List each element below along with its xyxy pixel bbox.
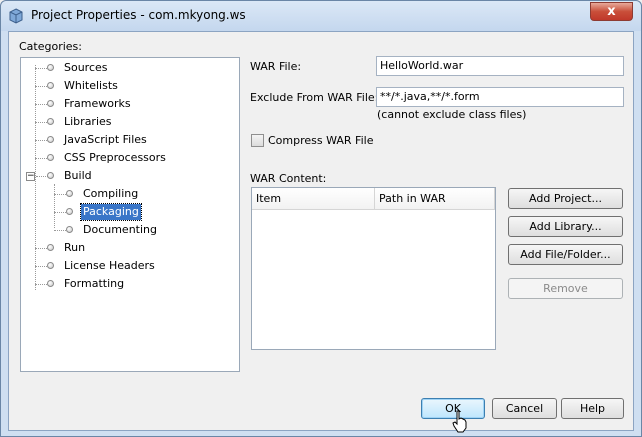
node-bullet-icon [47, 154, 54, 161]
node-bullet-icon [47, 244, 54, 251]
exclude-label: Exclude From WAR File: [250, 91, 379, 104]
node-bullet-icon [47, 262, 54, 269]
tree-guide-line [35, 65, 36, 290]
node-bullet-icon [66, 208, 73, 215]
column-header-path[interactable]: Path in WAR [375, 188, 495, 210]
cancel-button[interactable]: Cancel [492, 398, 557, 419]
categories-tree[interactable]: Sources Whitelists Frameworks Libraries [20, 57, 240, 372]
add-file-folder-button[interactable]: Add File/Folder... [508, 244, 623, 265]
column-header-item[interactable]: Item [252, 188, 375, 210]
node-bullet-icon [47, 136, 54, 143]
title-bar[interactable]: Project Properties - com.mkyong.ws x [1, 1, 641, 31]
war-content-label: WAR Content: [250, 172, 327, 185]
tree-guide-line [54, 184, 55, 228]
war-file-label: WAR File: [250, 60, 302, 73]
add-project-button[interactable]: Add Project... [508, 188, 623, 209]
compress-war-label[interactable]: Compress WAR File [268, 134, 373, 147]
close-button[interactable]: x [590, 2, 633, 21]
dialog-body: Categories: Sources Whitelists Framework… [8, 31, 634, 431]
table-header: Item Path in WAR [252, 188, 495, 210]
node-bullet-icon [47, 82, 54, 89]
remove-button[interactable]: Remove [508, 278, 623, 299]
node-bullet-icon [66, 190, 73, 197]
help-button[interactable]: Help [561, 398, 624, 419]
node-bullet-icon [47, 172, 54, 179]
add-library-button[interactable]: Add Library... [508, 216, 623, 237]
exclude-input[interactable]: **/*.java,**/*.form [376, 87, 624, 107]
war-file-input[interactable]: HelloWorld.war [376, 56, 624, 76]
categories-label: Categories: [19, 40, 82, 53]
project-properties-window: Project Properties - com.mkyong.ws x Cat… [0, 0, 642, 437]
mouse-pointer-icon [452, 410, 467, 433]
collapse-icon[interactable]: − [26, 172, 35, 181]
node-bullet-icon [47, 280, 54, 287]
node-bullet-icon [47, 118, 54, 125]
project-cube-icon [9, 8, 23, 24]
node-bullet-icon [47, 64, 54, 71]
node-bullet-icon [66, 226, 73, 233]
window-title: Project Properties - com.mkyong.ws [31, 8, 246, 22]
node-bullet-icon [47, 100, 54, 107]
war-content-table[interactable]: Item Path in WAR [251, 187, 496, 350]
exclude-hint: (cannot exclude class files) [377, 108, 527, 121]
compress-war-checkbox[interactable] [251, 134, 264, 147]
